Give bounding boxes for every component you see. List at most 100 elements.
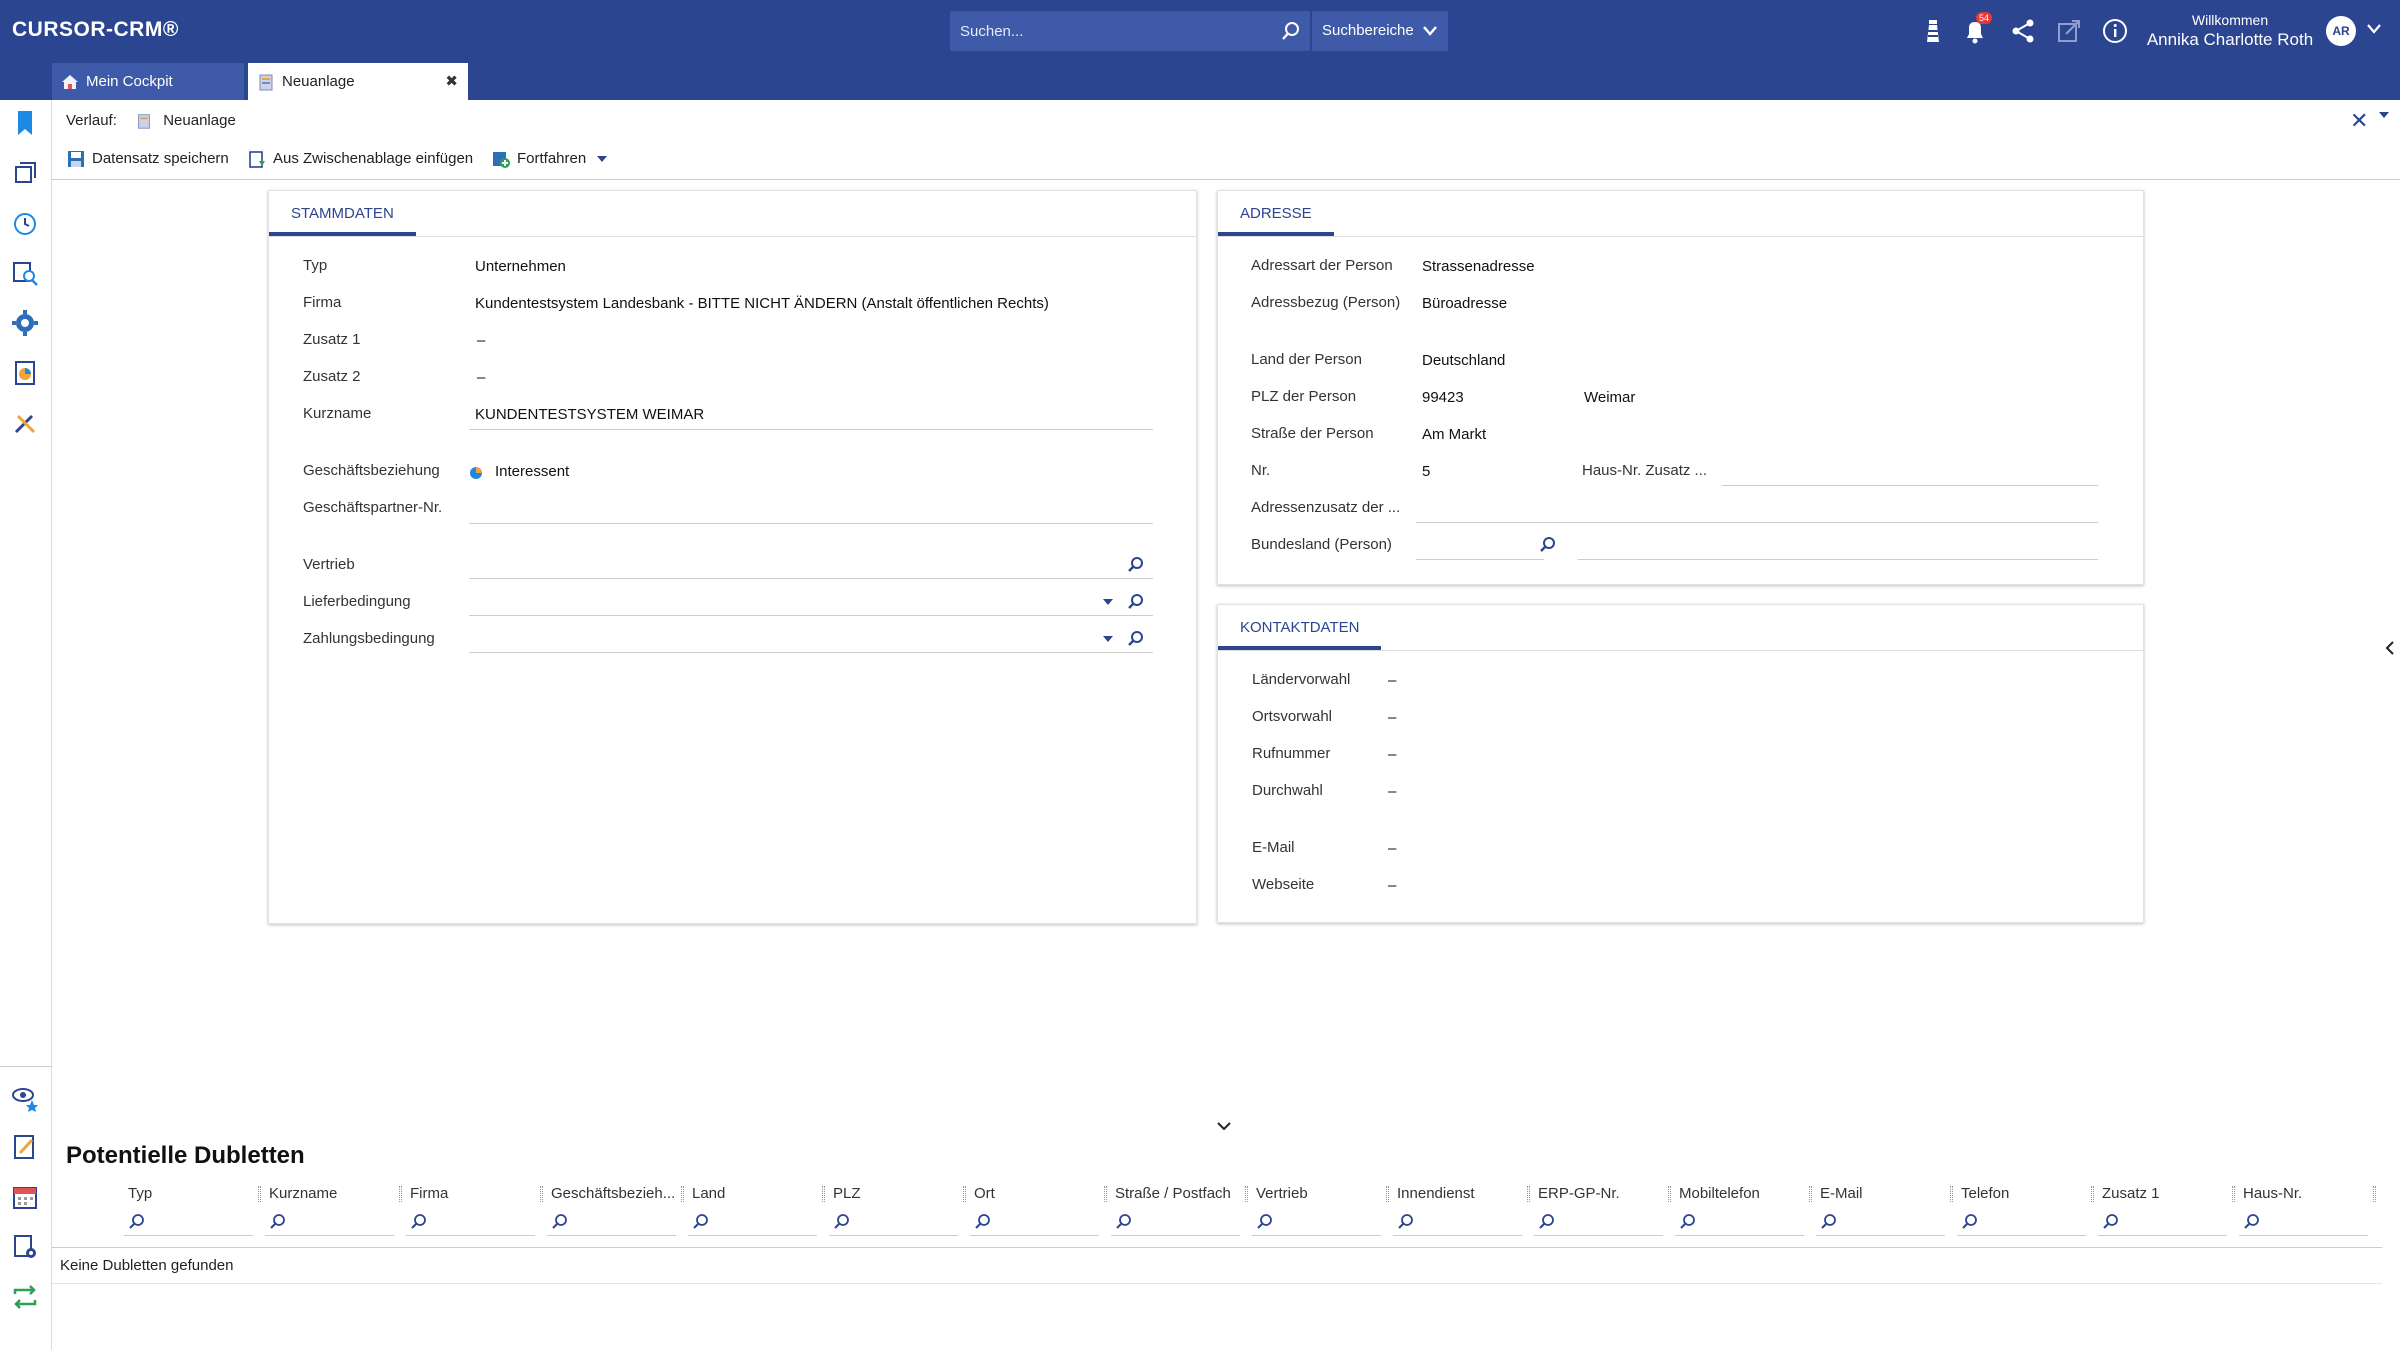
column-land[interactable]: Land (684, 1180, 825, 1240)
adressart-value[interactable]: Strassenadresse (1422, 258, 1535, 275)
paste-from-clipboard-button[interactable]: Aus Zwischenablage einfügen (247, 148, 473, 170)
chevron-down-icon[interactable] (1216, 1120, 1232, 1132)
filter-search-icon[interactable] (1256, 1212, 1274, 1230)
email-value[interactable]: – (1388, 840, 1396, 857)
lookup-icon[interactable] (1539, 535, 1557, 553)
filter-search-icon[interactable] (1538, 1212, 1556, 1230)
search-records-icon[interactable] (10, 258, 40, 288)
column-header[interactable]: Mobiltelefon (1679, 1185, 1803, 1202)
zahlungsbedingung-field[interactable] (469, 652, 1153, 653)
filter-field[interactable] (265, 1235, 394, 1236)
land-value[interactable]: Deutschland (1422, 352, 1505, 369)
continue-button[interactable]: Fortfahren (491, 148, 608, 170)
filter-search-icon[interactable] (1820, 1212, 1838, 1230)
strasse-value[interactable]: Am Markt (1422, 426, 1486, 443)
filter-field[interactable] (970, 1235, 1099, 1236)
filter-field[interactable] (1816, 1235, 1945, 1236)
column-ort[interactable]: Ort (966, 1180, 1107, 1240)
nr-value[interactable]: 5 (1422, 463, 1430, 480)
filter-field[interactable] (1957, 1235, 2086, 1236)
column-firma[interactable]: Firma (402, 1180, 543, 1240)
column-mobiltelefon[interactable]: Mobiltelefon (1671, 1180, 1812, 1240)
column-header[interactable]: Straße / Postfach (1115, 1185, 1239, 1202)
column-header[interactable]: Ort (974, 1185, 1098, 1202)
adressbezug-value[interactable]: Büroadresse (1422, 295, 1507, 312)
column-header[interactable]: Telefon (1961, 1185, 2085, 1202)
kurzname-value[interactable]: KUNDENTESTSYSTEM WEIMAR (475, 406, 704, 423)
tab-neuanlage[interactable]: Neuanlage ✖ (248, 63, 468, 100)
external-link-icon[interactable] (2054, 16, 2084, 46)
tab-adresse[interactable]: ADRESSE (1218, 191, 1334, 236)
sync-icon[interactable] (10, 1282, 40, 1312)
document-settings-icon[interactable] (10, 1232, 40, 1262)
bookmark-icon[interactable] (10, 108, 40, 138)
column-header[interactable]: Kurzname (269, 1185, 393, 1202)
filter-search-icon[interactable] (551, 1212, 569, 1230)
history-icon[interactable] (10, 208, 40, 238)
column-resize-handle[interactable] (2373, 1186, 2376, 1202)
filter-search-icon[interactable] (2102, 1212, 2120, 1230)
column-header[interactable]: Firma (410, 1185, 534, 1202)
column-plz[interactable]: PLZ (825, 1180, 966, 1240)
edit-icon[interactable] (10, 1132, 40, 1162)
filter-field[interactable] (2239, 1235, 2368, 1236)
firma-value[interactable]: Kundentestsystem Landesbank - BITTE NICH… (475, 295, 1049, 312)
column-header[interactable]: Land (692, 1185, 816, 1202)
filter-search-icon[interactable] (410, 1212, 428, 1230)
tab-stammdaten[interactable]: STAMMDATEN (269, 191, 416, 236)
column-header[interactable]: PLZ (833, 1185, 957, 1202)
column-header[interactable]: Zusatz 1 (2102, 1185, 2226, 1202)
filter-search-icon[interactable] (128, 1212, 146, 1230)
search-input[interactable] (960, 11, 1260, 51)
tools-icon[interactable] (10, 408, 40, 438)
webseite-value[interactable]: – (1388, 877, 1396, 894)
filter-search-icon[interactable] (833, 1212, 851, 1230)
column-vertrieb[interactable]: Vertrieb (1248, 1180, 1389, 1240)
laendervorwahl-value[interactable]: – (1388, 672, 1396, 689)
share-icon[interactable] (2008, 16, 2038, 46)
save-record-button[interactable]: Datensatz speichern (66, 148, 229, 170)
filter-field[interactable] (1534, 1235, 1663, 1236)
caret-down-icon[interactable] (596, 155, 608, 163)
breadcrumb-item[interactable]: Neuanlage (163, 112, 236, 129)
filter-field[interactable] (1675, 1235, 1804, 1236)
gear-icon[interactable] (10, 308, 40, 338)
search-icon[interactable] (1280, 20, 1302, 42)
info-icon[interactable] (2100, 16, 2130, 46)
column-header[interactable]: Geschäftsbezieh... (551, 1185, 675, 1202)
report-icon[interactable] (10, 358, 40, 388)
filter-field[interactable] (547, 1235, 676, 1236)
bundesland-field[interactable] (1416, 559, 1544, 560)
avatar[interactable]: AR (2326, 16, 2356, 46)
filter-search-icon[interactable] (692, 1212, 710, 1230)
lookup-icon[interactable] (1127, 629, 1145, 647)
notifications-button[interactable]: 54 (1960, 12, 1993, 46)
tab-mein-cockpit[interactable]: Mein Cockpit (52, 63, 244, 100)
calendar-icon[interactable] (10, 1182, 40, 1212)
column-strasse-postfach[interactable]: Straße / Postfach (1107, 1180, 1248, 1240)
typ-value[interactable]: Unternehmen (475, 258, 566, 275)
durchwahl-value[interactable]: – (1388, 783, 1396, 800)
column-header[interactable]: Vertrieb (1256, 1185, 1380, 1202)
column-zusatz1[interactable]: Zusatz 1 (2094, 1180, 2235, 1240)
column-header[interactable]: E-Mail (1820, 1185, 1944, 1202)
watch-icon[interactable] (10, 1082, 40, 1112)
filter-field[interactable] (688, 1235, 817, 1236)
hausnr-zusatz-field[interactable] (1722, 485, 2098, 486)
chevron-left-icon[interactable] (2384, 640, 2396, 656)
lookup-icon[interactable] (1127, 555, 1145, 573)
filter-field[interactable] (124, 1235, 253, 1236)
filter-search-icon[interactable] (1679, 1212, 1697, 1230)
vertrieb-field[interactable] (469, 578, 1153, 579)
column-erp-gp-nr[interactable]: ERP-GP-Nr. (1530, 1180, 1671, 1240)
column-hausnr[interactable]: Haus-Nr. (2235, 1180, 2376, 1240)
filter-search-icon[interactable] (1115, 1212, 1133, 1230)
rufnummer-value[interactable]: – (1388, 746, 1396, 763)
plz-value[interactable]: 99423 (1422, 389, 1464, 406)
search-areas-dropdown[interactable]: Suchbereiche (1312, 11, 1448, 51)
filter-field[interactable] (2098, 1235, 2227, 1236)
column-kurzname[interactable]: Kurzname (261, 1180, 402, 1240)
filter-field[interactable] (406, 1235, 535, 1236)
filter-search-icon[interactable] (2243, 1212, 2261, 1230)
lighthouse-icon[interactable] (1918, 16, 1948, 46)
